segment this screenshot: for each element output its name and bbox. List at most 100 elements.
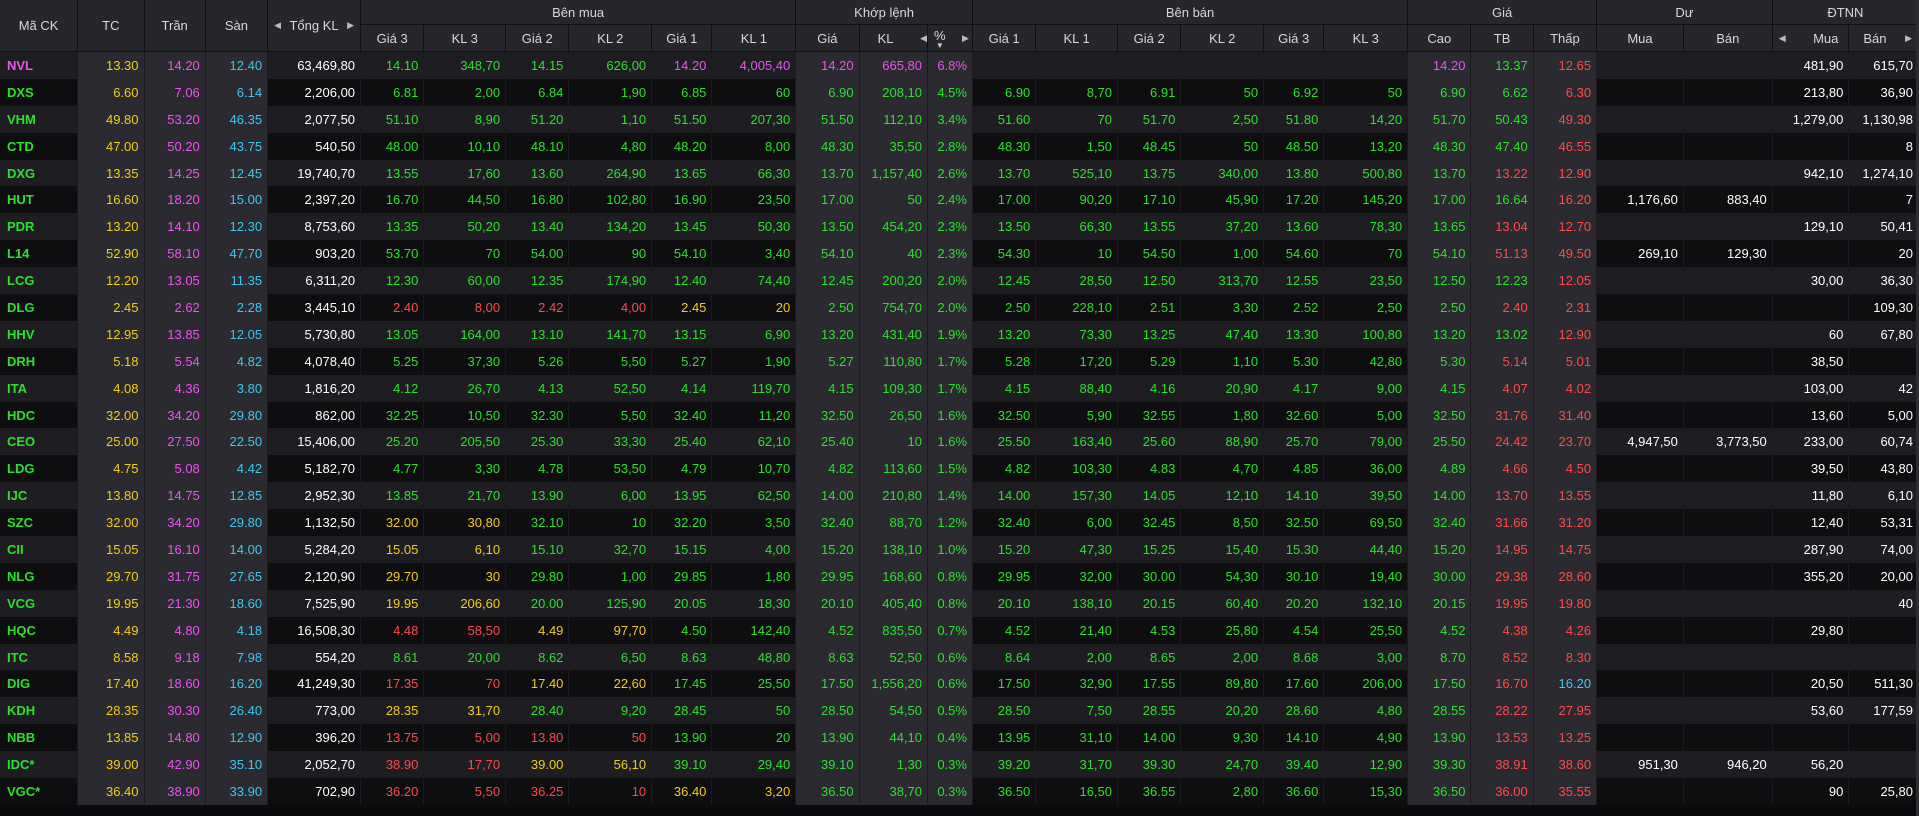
ask-price-3-cell[interactable]: 13.80 — [1263, 159, 1325, 187]
table-row[interactable]: VGC* 36.40 38.90 33.90 702,90 36.20 5,50… — [0, 778, 1919, 805]
bid-price-2-cell[interactable]: 4.78 — [505, 455, 570, 483]
table-row[interactable]: VCG 19.95 21.30 18.60 7,525,90 19.95 206… — [0, 589, 1919, 617]
ask-price-1-cell[interactable]: 5.28 — [972, 347, 1037, 375]
ask-price-1-cell[interactable]: 8.64 — [972, 643, 1037, 671]
symbol-cell[interactable]: HUT — [0, 186, 79, 214]
bid-price-1-cell[interactable]: 15.15 — [651, 536, 713, 563]
bid-price-2-cell[interactable]: 13.90 — [505, 482, 570, 510]
bid-price-2-cell[interactable]: 48.10 — [505, 132, 570, 160]
ask-price-3-cell[interactable]: 51.80 — [1263, 105, 1325, 133]
col-header-ask-price-2[interactable]: Giá 2 — [1117, 24, 1182, 52]
bid-price-3-cell[interactable]: 36.20 — [360, 778, 425, 805]
bid-price-1-cell[interactable]: 51.50 — [651, 105, 713, 133]
ask-price-1-cell[interactable]: 13.50 — [972, 213, 1037, 241]
ask-price-1-cell[interactable]: 13.95 — [972, 724, 1037, 752]
bid-price-3-cell[interactable]: 15.05 — [360, 536, 425, 563]
symbol-cell[interactable]: DRH — [0, 347, 79, 375]
ask-price-1-cell[interactable]: 4.82 — [972, 455, 1037, 483]
symbol-cell[interactable]: VCG — [0, 589, 79, 617]
bid-price-2-cell[interactable]: 14.15 — [505, 51, 570, 79]
table-row[interactable]: DIG 17.40 18.60 16.20 41,249,30 17.35 70… — [0, 670, 1919, 698]
chevron-right-icon[interactable]: ▶ — [341, 20, 359, 31]
bid-price-1-cell[interactable]: 12.40 — [651, 267, 713, 295]
symbol-cell[interactable]: IDC* — [0, 751, 79, 779]
bid-price-2-cell[interactable]: 13.10 — [505, 320, 570, 348]
ask-price-3-cell[interactable]: 32.50 — [1263, 509, 1325, 537]
col-header-symbol[interactable]: Mã CK — [0, 0, 79, 52]
col-header-bid-price-1[interactable]: Giá 1 — [651, 24, 713, 52]
bid-price-3-cell[interactable]: 8.61 — [360, 643, 425, 671]
ask-price-3-cell[interactable]: 13.30 — [1263, 320, 1325, 348]
bid-price-2-cell[interactable]: 8.62 — [505, 643, 570, 671]
ask-price-3-cell[interactable]: 4.17 — [1263, 374, 1325, 402]
table-row[interactable]: HUT 16.60 18.20 15.00 2,397,20 16.70 44,… — [0, 186, 1919, 214]
ask-price-1-cell[interactable]: 6.90 — [972, 78, 1037, 106]
bid-price-2-cell[interactable]: 25.30 — [505, 428, 570, 456]
col-header-foreign-buy[interactable]: ◀ Mua — [1772, 24, 1850, 52]
bid-price-3-cell[interactable]: 25.20 — [360, 428, 425, 456]
col-header-match-percent[interactable]: % ▼ ▶ — [927, 24, 973, 52]
ask-price-2-cell[interactable]: 20.15 — [1117, 589, 1182, 617]
symbol-cell[interactable]: NBB — [0, 724, 79, 752]
table-row[interactable]: DXG 13.35 14.25 12.45 19,740,70 13.55 17… — [0, 159, 1919, 187]
symbol-cell[interactable]: NLG — [0, 562, 79, 590]
symbol-cell[interactable]: HQC — [0, 616, 79, 644]
table-row[interactable]: CTD 47.00 50.20 43.75 540,50 48.00 10,10… — [0, 132, 1919, 160]
table-row[interactable]: NBB 13.85 14.80 12.90 396,20 13.75 5,00 … — [0, 724, 1919, 752]
symbol-cell[interactable]: LCG — [0, 267, 79, 295]
ask-price-3-cell[interactable]: 17.20 — [1263, 186, 1325, 214]
bid-price-2-cell[interactable]: 36.25 — [505, 778, 570, 805]
ask-price-3-cell[interactable]: 4.54 — [1263, 616, 1325, 644]
chevron-left-icon[interactable]: ◀ — [1773, 33, 1792, 44]
ask-price-3-cell[interactable]: 12.55 — [1263, 267, 1325, 295]
bid-price-1-cell[interactable]: 8.63 — [651, 643, 713, 671]
bid-price-1-cell[interactable]: 36.40 — [651, 778, 713, 805]
ask-price-2-cell[interactable]: 54.50 — [1117, 240, 1182, 268]
bid-price-3-cell[interactable]: 4.12 — [360, 374, 425, 402]
table-row[interactable]: DRH 5.18 5.54 4.82 4,078,40 5.25 37,30 5… — [0, 347, 1919, 375]
ask-price-3-cell[interactable]: 48.50 — [1263, 132, 1325, 160]
col-header-ask-vol-2[interactable]: KL 2 — [1180, 24, 1265, 52]
ask-price-2-cell[interactable]: 39.30 — [1117, 751, 1182, 779]
col-header-total-volume[interactable]: ◀ Tổng KL ▶ — [267, 0, 362, 52]
symbol-cell[interactable]: PDR — [0, 213, 79, 241]
bid-price-3-cell[interactable]: 4.77 — [360, 455, 425, 483]
ask-price-1-cell[interactable]: 12.45 — [972, 267, 1037, 295]
col-header-bid-price-3[interactable]: Giá 3 — [360, 24, 425, 52]
symbol-cell[interactable]: KDH — [0, 697, 79, 725]
bid-price-1-cell[interactable]: 13.90 — [651, 724, 713, 752]
table-row[interactable]: HQC 4.49 4.80 4.18 16,508,30 4.48 58,50 … — [0, 616, 1919, 644]
table-row[interactable]: PDR 13.20 14.10 12.30 8,753,60 13.35 50,… — [0, 213, 1919, 241]
ask-price-2-cell[interactable]: 5.29 — [1117, 347, 1182, 375]
bid-price-2-cell[interactable]: 6.84 — [505, 78, 570, 106]
chevron-left-icon[interactable]: ◀ — [914, 33, 926, 44]
col-header-remaining-sell[interactable]: Bán — [1683, 24, 1773, 52]
col-header-floor[interactable]: Sàn — [205, 0, 269, 52]
col-header-ask-price-1[interactable]: Giá 1 — [972, 24, 1037, 52]
ask-price-2-cell[interactable]: 51.70 — [1117, 105, 1182, 133]
table-row[interactable]: LCG 12.20 13.05 11.35 6,311,20 12.30 60,… — [0, 267, 1919, 295]
ask-price-1-cell[interactable]: 39.20 — [972, 751, 1037, 779]
ask-price-2-cell[interactable]: 25.60 — [1117, 428, 1182, 456]
ask-price-2-cell[interactable]: 13.55 — [1117, 213, 1182, 241]
bid-price-2-cell[interactable]: 16.80 — [505, 186, 570, 214]
bid-price-3-cell[interactable]: 6.81 — [360, 78, 425, 106]
bid-price-3-cell[interactable]: 29.70 — [360, 562, 425, 590]
ask-price-3-cell[interactable]: 14.10 — [1263, 482, 1325, 510]
col-header-high[interactable]: Cao — [1407, 24, 1472, 52]
chevron-left-icon[interactable]: ◀ — [268, 20, 287, 31]
bid-price-3-cell[interactable]: 13.55 — [360, 159, 425, 187]
table-row[interactable]: NLG 29.70 31.75 27.65 2,120,90 29.70 30 … — [0, 562, 1919, 590]
ask-price-1-cell[interactable]: 4.15 — [972, 374, 1037, 402]
ask-price-3-cell[interactable]: 13.60 — [1263, 213, 1325, 241]
col-header-ask-price-3[interactable]: Giá 3 — [1263, 24, 1325, 52]
ask-price-1-cell[interactable]: 28.50 — [972, 697, 1037, 725]
col-header-ask-vol-3[interactable]: KL 3 — [1323, 24, 1409, 52]
col-header-bid-price-2[interactable]: Giá 2 — [505, 24, 570, 52]
bid-price-1-cell[interactable]: 20.05 — [651, 589, 713, 617]
bid-price-3-cell[interactable]: 32.00 — [360, 509, 425, 537]
bid-price-2-cell[interactable]: 13.60 — [505, 159, 570, 187]
symbol-cell[interactable]: CTD — [0, 132, 79, 160]
bid-price-2-cell[interactable]: 28.40 — [505, 697, 570, 725]
bid-price-3-cell[interactable]: 28.35 — [360, 697, 425, 725]
